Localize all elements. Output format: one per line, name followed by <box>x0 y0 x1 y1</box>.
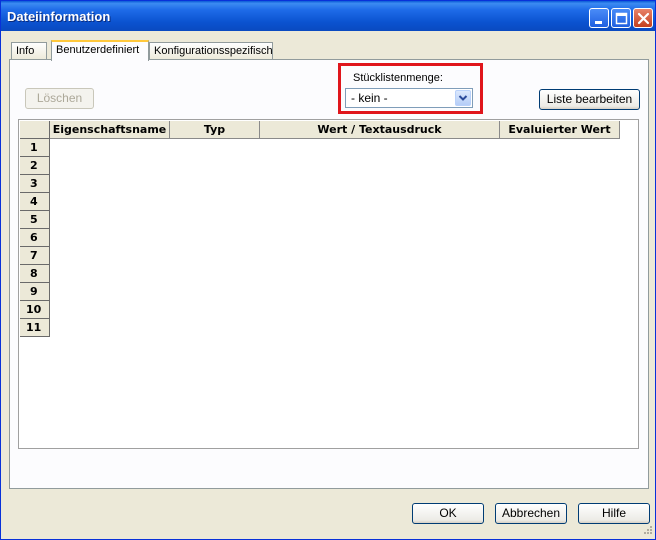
properties-table[interactable]: Eigenschaftsname Typ Wert / Textausdruck… <box>18 119 639 449</box>
row-header[interactable]: 7 <box>20 247 50 265</box>
cancel-button[interactable]: Abbrechen <box>495 503 567 524</box>
row-header[interactable]: 8 <box>20 265 50 283</box>
resize-grip-icon[interactable] <box>641 525 653 537</box>
title-bar[interactable]: Dateiinformation <box>1 1 655 31</box>
minimize-button[interactable] <box>589 8 609 28</box>
maximize-button[interactable] <box>611 8 631 28</box>
row-header[interactable]: 4 <box>20 193 50 211</box>
tab-custom[interactable]: Benutzerdefiniert <box>51 40 149 61</box>
delete-button[interactable]: Löschen <box>25 88 94 109</box>
bom-quantity-select[interactable]: - kein - <box>345 88 473 108</box>
maximize-icon <box>615 12 628 25</box>
row-header[interactable]: 10 <box>20 301 50 319</box>
bom-quantity-label: Stücklistenmenge: <box>353 72 443 84</box>
dropdown-button[interactable] <box>455 90 471 106</box>
row-header[interactable]: 3 <box>20 175 50 193</box>
window-title: Dateiinformation <box>7 9 111 24</box>
help-button[interactable]: Hilfe <box>578 503 650 524</box>
close-button[interactable] <box>633 8 653 28</box>
row-header[interactable]: 1 <box>20 139 50 157</box>
tab-configuration-specific[interactable]: Konfigurationsspezifisch <box>149 42 273 60</box>
column-header-type[interactable]: Typ <box>170 121 260 139</box>
row-header[interactable]: 2 <box>20 157 50 175</box>
edit-list-button[interactable]: Liste bearbeiten <box>539 89 640 110</box>
file-info-dialog: Dateiinformation Info Benutzerdefiniert … <box>0 0 656 540</box>
column-header-value-text-expression[interactable]: Wert / Textausdruck <box>260 121 500 139</box>
minimize-icon <box>595 21 602 24</box>
ok-button[interactable]: OK <box>412 503 484 524</box>
row-header[interactable]: 11 <box>20 319 50 337</box>
row-header[interactable]: 6 <box>20 229 50 247</box>
chevron-down-icon <box>458 95 468 101</box>
column-header-evaluated-value[interactable]: Evaluierter Wert <box>500 121 620 139</box>
bom-quantity-value: - kein - <box>351 91 388 105</box>
close-icon <box>637 12 650 25</box>
column-header-property-name[interactable]: Eigenschaftsname <box>50 121 170 139</box>
row-header[interactable]: 9 <box>20 283 50 301</box>
row-header[interactable]: 5 <box>20 211 50 229</box>
table-corner <box>20 121 50 139</box>
tab-info[interactable]: Info <box>11 42 47 60</box>
